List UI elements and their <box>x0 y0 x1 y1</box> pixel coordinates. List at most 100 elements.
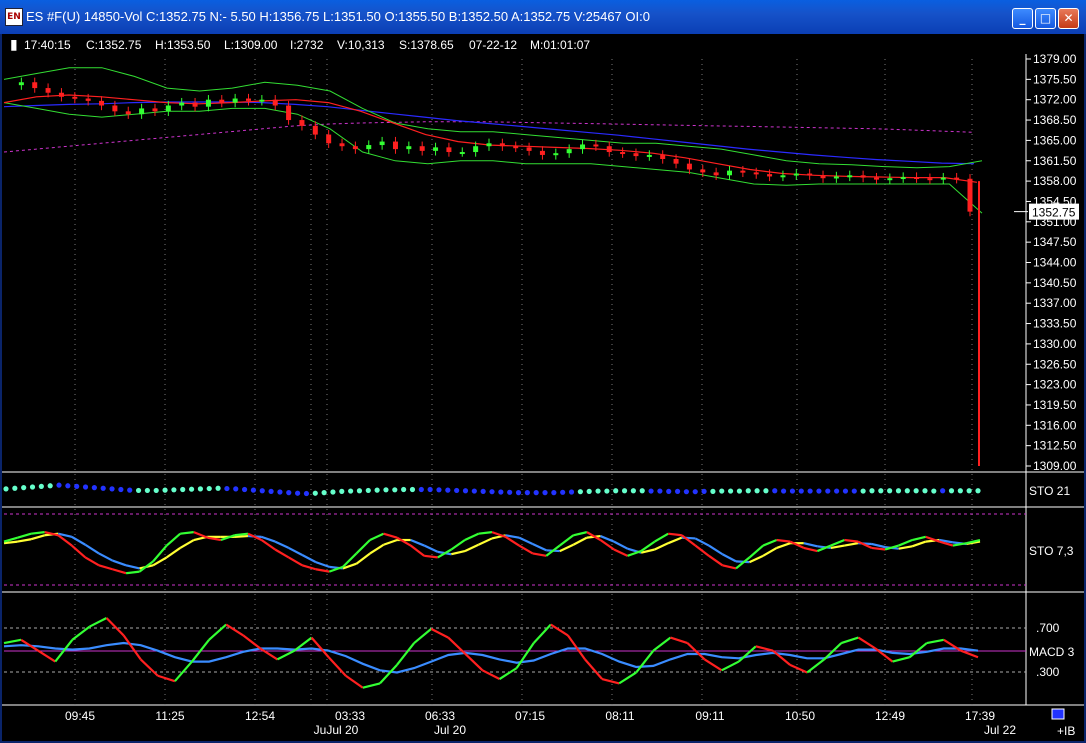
macd-fast-seg-39 <box>652 636 672 652</box>
sto73-slow-seg-7 <box>84 543 100 555</box>
sto21-dot-99 <box>878 488 884 494</box>
sto73-fast-seg-43 <box>573 531 588 537</box>
title-bar[interactable]: EN ES #F(U) 14850-Vol C:1352.75 N:- 5.50… <box>0 0 1086 34</box>
sto73-slow-seg-63 <box>844 542 859 547</box>
sto73-fast-seg-14 <box>180 531 194 535</box>
chart-canvas[interactable]: 1379.00 1375.50 1372.00 1368.50 1365.00 1361.… <box>2 34 1084 741</box>
sto73-slow-seg-58 <box>776 542 791 549</box>
sto21-dot-41 <box>365 487 371 494</box>
price-tick-label-19: 1312.50 <box>1033 439 1077 453</box>
maximize-button[interactable]: □ <box>1035 8 1056 29</box>
candle-body-8 <box>112 105 118 112</box>
sto73-fast-seg-54 <box>722 564 737 570</box>
candle-body-67 <box>900 177 906 180</box>
sto21-dot-63 <box>560 489 566 495</box>
x-tick-label-0: 09:45 <box>65 709 95 723</box>
candle-body-42 <box>566 149 572 154</box>
sto21-dot-30 <box>268 488 274 494</box>
price-tick-label-13: 1333.50 <box>1033 317 1077 331</box>
sto73-slow-seg-68 <box>911 540 927 548</box>
sto73-fast-seg-32 <box>424 554 438 559</box>
sto73-fast-seg-29 <box>383 532 398 539</box>
candle-body-41 <box>553 153 559 156</box>
macd-fast-seg-26 <box>430 627 449 639</box>
macd-fast-seg-54 <box>908 642 928 659</box>
macd-fast-seg-36 <box>601 677 620 685</box>
sto21-dot-66 <box>586 488 592 494</box>
sto73-slow-seg-13 <box>166 547 181 559</box>
sto73-slow-seg-42 <box>559 543 574 553</box>
sto73-slow-seg-53 <box>708 544 724 556</box>
minimize-button[interactable]: _ <box>1012 8 1033 29</box>
price-tick-label-15: 1326.50 <box>1033 357 1077 371</box>
sto21-dot-27 <box>241 486 248 493</box>
sto21-dot-48 <box>427 486 433 493</box>
sto21-dot-104 <box>922 488 928 494</box>
macd-fast-seg-48 <box>806 658 825 674</box>
macd-fast-seg-55 <box>926 638 945 645</box>
sto21-dot-28 <box>250 487 257 493</box>
sto21-dot-60 <box>533 490 539 496</box>
candle-body-44 <box>593 144 599 147</box>
sto73-slow-seg-22 <box>288 546 303 557</box>
sto21-dot-9 <box>82 484 89 490</box>
candle-body-52 <box>700 169 706 173</box>
sto73-slow-seg-65 <box>871 542 886 549</box>
candle-body-20 <box>272 99 278 106</box>
x-tick-label-3: 03:33 <box>335 709 365 723</box>
chart-area[interactable]: 1379.00 1375.50 1372.00 1368.50 1365.00 1361.… <box>2 34 1084 741</box>
window-title: ES #F(U) 14850-Vol C:1352.75 N:- 5.50 H:… <box>26 9 650 24</box>
sto73-slow-seg-27 <box>355 552 371 565</box>
sto73-slow-seg-2 <box>17 538 32 543</box>
candle-body-54 <box>727 170 732 176</box>
candle-body-9 <box>125 111 131 115</box>
candle-body-1 <box>18 82 24 86</box>
app-icon[interactable]: EN <box>5 8 23 26</box>
sto73-fast-seg-22 <box>288 556 303 567</box>
macd-fast-seg-40 <box>670 636 688 645</box>
sto73-slow-seg-8 <box>98 552 113 562</box>
sto21-dot-29 <box>259 488 265 494</box>
x-tick-label-9: 12:49 <box>875 709 905 723</box>
sto21-dot-49 <box>436 487 442 493</box>
sto73-fast-seg-68 <box>911 535 927 542</box>
sto21-dot-7 <box>65 483 71 489</box>
sto21-dot-79 <box>701 488 707 494</box>
sto21-dot-84 <box>745 488 751 494</box>
candle-body-17 <box>232 98 238 103</box>
price-tick-label-16: 1323.00 <box>1033 378 1077 392</box>
sto21-dot-8 <box>74 483 80 489</box>
sto73-slow-seg-50 <box>667 536 683 545</box>
sto21-dot-16 <box>144 487 150 494</box>
macd-fast-seg-37 <box>618 671 637 685</box>
sto21-dot-98 <box>869 488 875 494</box>
candle-body-56 <box>753 172 759 175</box>
candle-body-12 <box>165 105 171 112</box>
sto21-dot-62 <box>551 490 557 496</box>
macd-fast-seg-53 <box>892 656 910 663</box>
candle-body-19 <box>259 99 265 102</box>
candle-body-36 <box>486 143 492 147</box>
candle-body-31 <box>419 146 425 151</box>
sto21-dot-57 <box>507 489 513 495</box>
sto21-dot-101 <box>895 488 902 494</box>
panel-toggle-box <box>1051 708 1065 720</box>
sto21-dot-83 <box>736 488 743 494</box>
macd-fast-seg-8 <box>122 634 142 661</box>
price-tick-label-0: 1379.00 <box>1033 52 1077 66</box>
info-index: I:2732 <box>290 38 324 52</box>
candle-body-23 <box>312 125 318 135</box>
ma-blue-line <box>3 101 975 165</box>
macd-fast-seg-31 <box>515 642 535 669</box>
x-tick-label-8: 10:50 <box>785 709 815 723</box>
sto73-fast-seg-60 <box>803 546 818 553</box>
sto21-dot-35 <box>312 490 318 496</box>
close-button[interactable]: ✕ <box>1058 8 1079 29</box>
application-window: EN ES #F(U) 14850-Vol C:1352.75 N:- 5.50… <box>0 0 1086 743</box>
sto73-fast-seg-23 <box>301 564 317 571</box>
sto21-dot-51 <box>454 487 460 494</box>
sto73-slow-seg-49 <box>654 542 669 551</box>
sto21-dot-13 <box>118 486 124 493</box>
sto21-dot-75 <box>666 488 672 494</box>
sto21-dot-92 <box>816 488 822 494</box>
